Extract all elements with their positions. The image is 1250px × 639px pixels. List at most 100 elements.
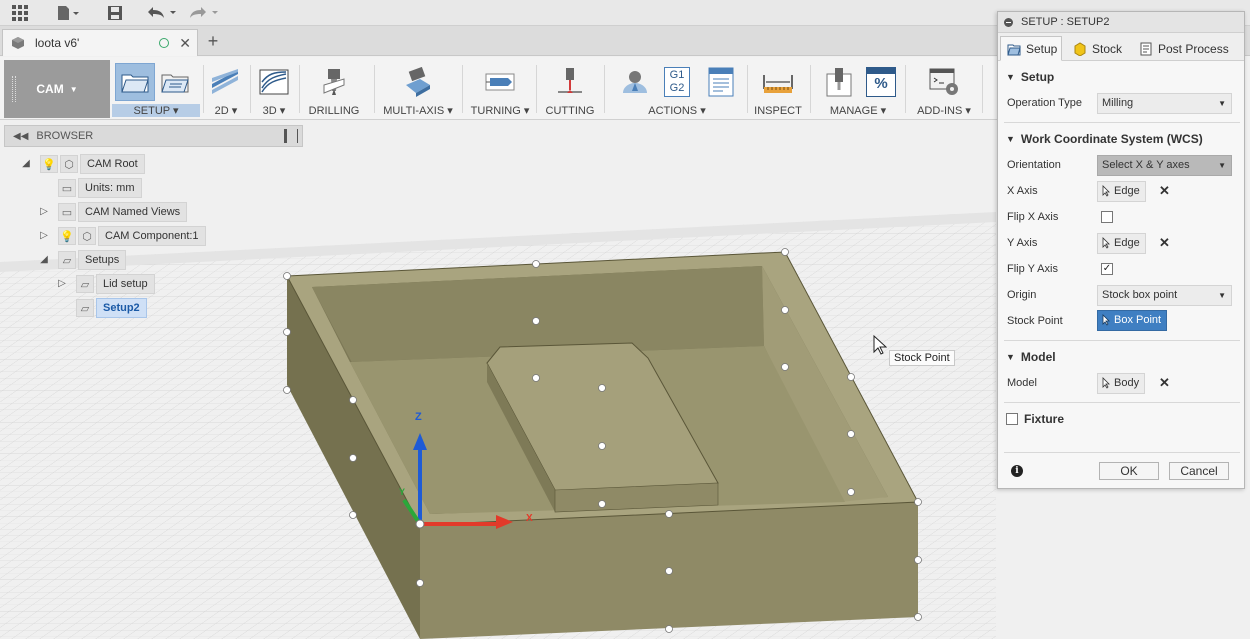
3d-toolpath-icon[interactable]: [257, 66, 291, 98]
fixture-checkbox[interactable]: [1006, 413, 1018, 425]
ok-button[interactable]: OK: [1099, 462, 1159, 480]
collapse-browser-icon[interactable]: ◀◀: [13, 131, 28, 142]
origin-select[interactable]: Stock box point ▼: [1097, 285, 1232, 306]
dialog-title-bar[interactable]: SETUP : SETUP2: [998, 12, 1244, 33]
measure-icon[interactable]: [761, 66, 795, 98]
ribbon-group-manage-label[interactable]: MANAGE ▾: [818, 104, 898, 117]
ribbon-group-inspect-label[interactable]: INSPECT: [752, 105, 804, 117]
tab-post-process[interactable]: Post Process: [1132, 36, 1242, 61]
browser-panel-header[interactable]: ◀◀ BROWSER: [4, 125, 303, 147]
tab-stock[interactable]: Stock: [1066, 36, 1128, 61]
tree-node-lid-setup[interactable]: ▱ Lid setup: [76, 274, 155, 294]
save-icon[interactable]: [105, 3, 125, 23]
multi-axis-icon[interactable]: [401, 66, 435, 98]
section-fixture-header[interactable]: Fixture: [1006, 412, 1064, 426]
collapse-setups-icon[interactable]: ◢: [38, 254, 50, 266]
turning-icon[interactable]: [483, 66, 517, 98]
info-icon[interactable]: i: [1011, 465, 1023, 477]
ribbon-group-drilling[interactable]: DRILLING: [306, 60, 362, 118]
pin-browser-icon[interactable]: [284, 129, 298, 143]
model-selection[interactable]: Body: [1097, 373, 1146, 394]
ribbon-group-setup-label[interactable]: SETUP ▾: [112, 104, 200, 117]
flip-x-axis-checkbox[interactable]: [1101, 211, 1113, 223]
ribbon-toolbar: CAM ▼ SETUP ▾ 2D ▾ 3D ▾ DRILLING MULTI-A…: [0, 57, 1000, 120]
ribbon-group-setup[interactable]: SETUP ▾: [112, 60, 200, 118]
tree-node-units[interactable]: ▭ Units: mm: [58, 178, 142, 198]
scripts-addins-icon[interactable]: [927, 66, 961, 98]
ribbon-group-2d[interactable]: 2D ▾: [206, 60, 246, 118]
redo-icon[interactable]: [188, 3, 220, 23]
clear-model-icon[interactable]: ✕: [1159, 375, 1170, 391]
ribbon-group-3d-label[interactable]: 3D ▾: [253, 104, 295, 117]
tab-setup[interactable]: Setup: [1000, 36, 1062, 61]
tree-node-setup2[interactable]: ▱ Setup2: [76, 298, 147, 318]
open-setup-icon[interactable]: [158, 66, 192, 98]
ribbon-group-manage[interactable]: % MANAGE ▾: [818, 60, 898, 118]
clear-x-axis-icon[interactable]: ✕: [1159, 183, 1170, 199]
ribbon-separator: [203, 65, 204, 113]
stock-point-selection[interactable]: Box Point: [1097, 310, 1168, 331]
stock-tab-icon: [1073, 41, 1087, 57]
cutting-icon[interactable]: [553, 66, 587, 98]
file-menu-icon[interactable]: [56, 3, 82, 23]
operation-type-select[interactable]: Milling ▼: [1097, 93, 1232, 114]
ribbon-group-actions[interactable]: G1 G2 ACTIONS ▾: [612, 60, 742, 118]
section-model-header[interactable]: ▼ Model: [1006, 350, 1056, 364]
workspace-switcher[interactable]: CAM ▼: [4, 60, 110, 118]
ribbon-group-add-ins[interactable]: ADD-INS ▾: [912, 60, 976, 118]
ribbon-group-multi-axis[interactable]: MULTI-AXIS ▾: [382, 60, 454, 118]
document-tab[interactable]: loota v6' ✕: [2, 29, 198, 56]
expand-cam-component-icon[interactable]: ▷: [38, 230, 50, 242]
visibility-bulb-icon[interactable]: 💡: [40, 155, 58, 173]
setup-tab-icon: [1007, 42, 1021, 56]
simulate-icon[interactable]: [618, 66, 652, 98]
cancel-button[interactable]: Cancel: [1169, 462, 1229, 480]
section-wcs-header[interactable]: ▼ Work Coordinate System (WCS): [1006, 132, 1203, 146]
minimize-dialog-icon[interactable]: [1004, 17, 1013, 27]
close-tab-icon[interactable]: ✕: [179, 35, 191, 52]
2d-toolpath-icon[interactable]: [209, 66, 243, 98]
ribbon-separator: [374, 65, 375, 113]
ribbon-group-2d-label[interactable]: 2D ▾: [206, 104, 246, 117]
model-canvas[interactable]: [0, 120, 996, 639]
setup-sheet-icon[interactable]: [704, 66, 738, 98]
ribbon-group-turning-label[interactable]: TURNING ▾: [470, 104, 530, 117]
ribbon-group-turning[interactable]: TURNING ▾: [470, 60, 530, 118]
new-setup-icon[interactable]: [115, 63, 155, 101]
undo-icon[interactable]: [146, 3, 178, 23]
ribbon-group-multi-axis-label[interactable]: MULTI-AXIS ▾: [382, 104, 454, 117]
clear-y-axis-icon[interactable]: ✕: [1159, 235, 1170, 251]
section-setup-header[interactable]: ▼ Setup: [1006, 70, 1054, 84]
post-library-percent-icon[interactable]: %: [864, 66, 898, 98]
ribbon-group-3d[interactable]: 3D ▾: [253, 60, 295, 118]
ribbon-group-drilling-label[interactable]: DRILLING: [306, 105, 362, 117]
tree-node-label: Lid setup: [96, 274, 155, 294]
ribbon-group-actions-label[interactable]: ACTIONS ▾: [612, 104, 742, 117]
x-axis-selection[interactable]: Edge: [1097, 181, 1146, 202]
tool-library-icon[interactable]: [822, 66, 856, 98]
y-axis-selection[interactable]: Edge: [1097, 233, 1146, 254]
expand-named-views-icon[interactable]: ▷: [38, 206, 50, 218]
drill-icon[interactable]: [317, 66, 351, 98]
tree-node-cam-root[interactable]: 💡 ⬡ CAM Root: [40, 154, 145, 174]
model-label: Model: [1007, 377, 1037, 389]
new-tab-plus-icon[interactable]: +: [204, 30, 222, 52]
apps-grid-icon[interactable]: [10, 3, 30, 23]
ribbon-group-inspect[interactable]: INSPECT: [752, 60, 804, 118]
tree-node-cam-named-views[interactable]: ▭ CAM Named Views: [58, 202, 188, 222]
visibility-bulb-icon[interactable]: 💡: [58, 227, 76, 245]
tree-node-cam-component[interactable]: 💡 ⬡ CAM Component:1: [58, 226, 206, 246]
orientation-select[interactable]: Select X & Y axes ▼: [1097, 155, 1232, 176]
tree-node-setups[interactable]: ▱ Setups: [58, 250, 127, 270]
ribbon-group-cutting[interactable]: CUTTING: [542, 60, 598, 118]
expand-lid-setup-icon[interactable]: ▷: [56, 278, 68, 290]
ribbon-group-add-ins-label[interactable]: ADD-INS ▾: [912, 104, 976, 117]
ribbon-group-cutting-label[interactable]: CUTTING: [542, 105, 598, 117]
flip-y-axis-checkbox[interactable]: ✓: [1101, 263, 1113, 275]
collapse-cam-root-icon[interactable]: ◢: [20, 158, 32, 170]
post-process-g1g2-icon[interactable]: G1 G2: [660, 66, 694, 98]
chevron-down-icon: ▼: [1218, 161, 1226, 170]
3d-viewport[interactable]: Z X Y: [0, 120, 996, 639]
folder-icon: ▭: [58, 203, 76, 221]
tree-node-label: CAM Root: [80, 154, 145, 174]
